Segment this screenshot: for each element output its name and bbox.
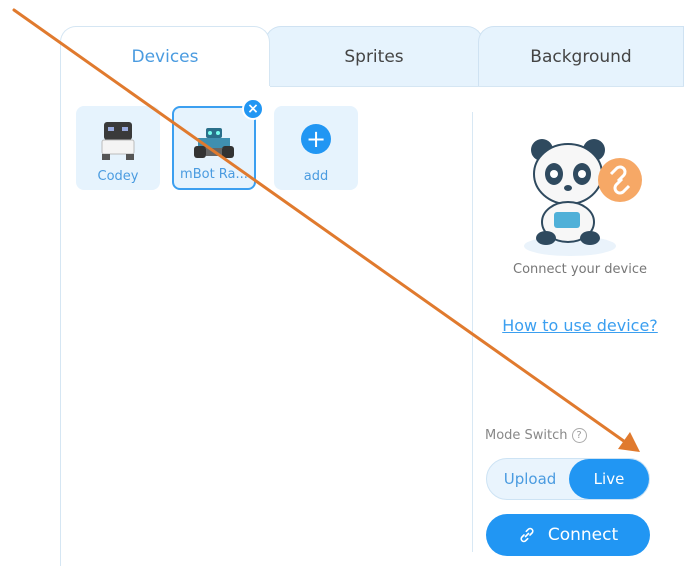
- panel-divider: [472, 112, 473, 552]
- add-device-tile[interactable]: + add: [274, 106, 358, 190]
- help-icon[interactable]: ?: [571, 428, 587, 443]
- add-icon: +: [301, 124, 331, 154]
- panel-border: [60, 60, 61, 566]
- connect-device-text: Connect your device: [513, 262, 647, 277]
- mode-switch-text: Mode Switch: [485, 428, 568, 443]
- codey-robot-icon: [101, 122, 135, 160]
- connect-button[interactable]: Connect: [486, 514, 650, 556]
- remove-device-button[interactable]: ×: [242, 98, 264, 120]
- device-label: Codey: [97, 169, 139, 184]
- tab-baseline: [270, 86, 684, 87]
- mode-live-option[interactable]: Live: [569, 459, 649, 499]
- mode-upload-option[interactable]: Upload: [487, 459, 573, 499]
- mbot-ranger-icon: [194, 128, 234, 158]
- tab-background[interactable]: Background: [478, 26, 684, 86]
- connect-button-label: Connect: [547, 525, 619, 545]
- device-label: mBot Ra...: [180, 167, 248, 182]
- tab-devices[interactable]: Devices: [60, 26, 270, 86]
- device-tile-mbot-ranger[interactable]: mBot Ra... ×: [172, 98, 264, 190]
- tab-bar: Devices Sprites Background: [60, 26, 684, 86]
- link-icon: [520, 527, 534, 543]
- tab-sprites[interactable]: Sprites: [265, 26, 483, 86]
- device-tile-codey[interactable]: Codey: [76, 106, 160, 190]
- add-label: add: [303, 169, 329, 184]
- panda-illustration: [524, 139, 642, 256]
- mode-switch-toggle[interactable]: Upload Live: [486, 458, 650, 500]
- device-panel: Devices Sprites Background Codey mBot Ra…: [60, 20, 684, 566]
- how-to-use-device-link[interactable]: How to use device?: [485, 316, 675, 335]
- mode-switch-label: Mode Switch ?: [485, 428, 587, 443]
